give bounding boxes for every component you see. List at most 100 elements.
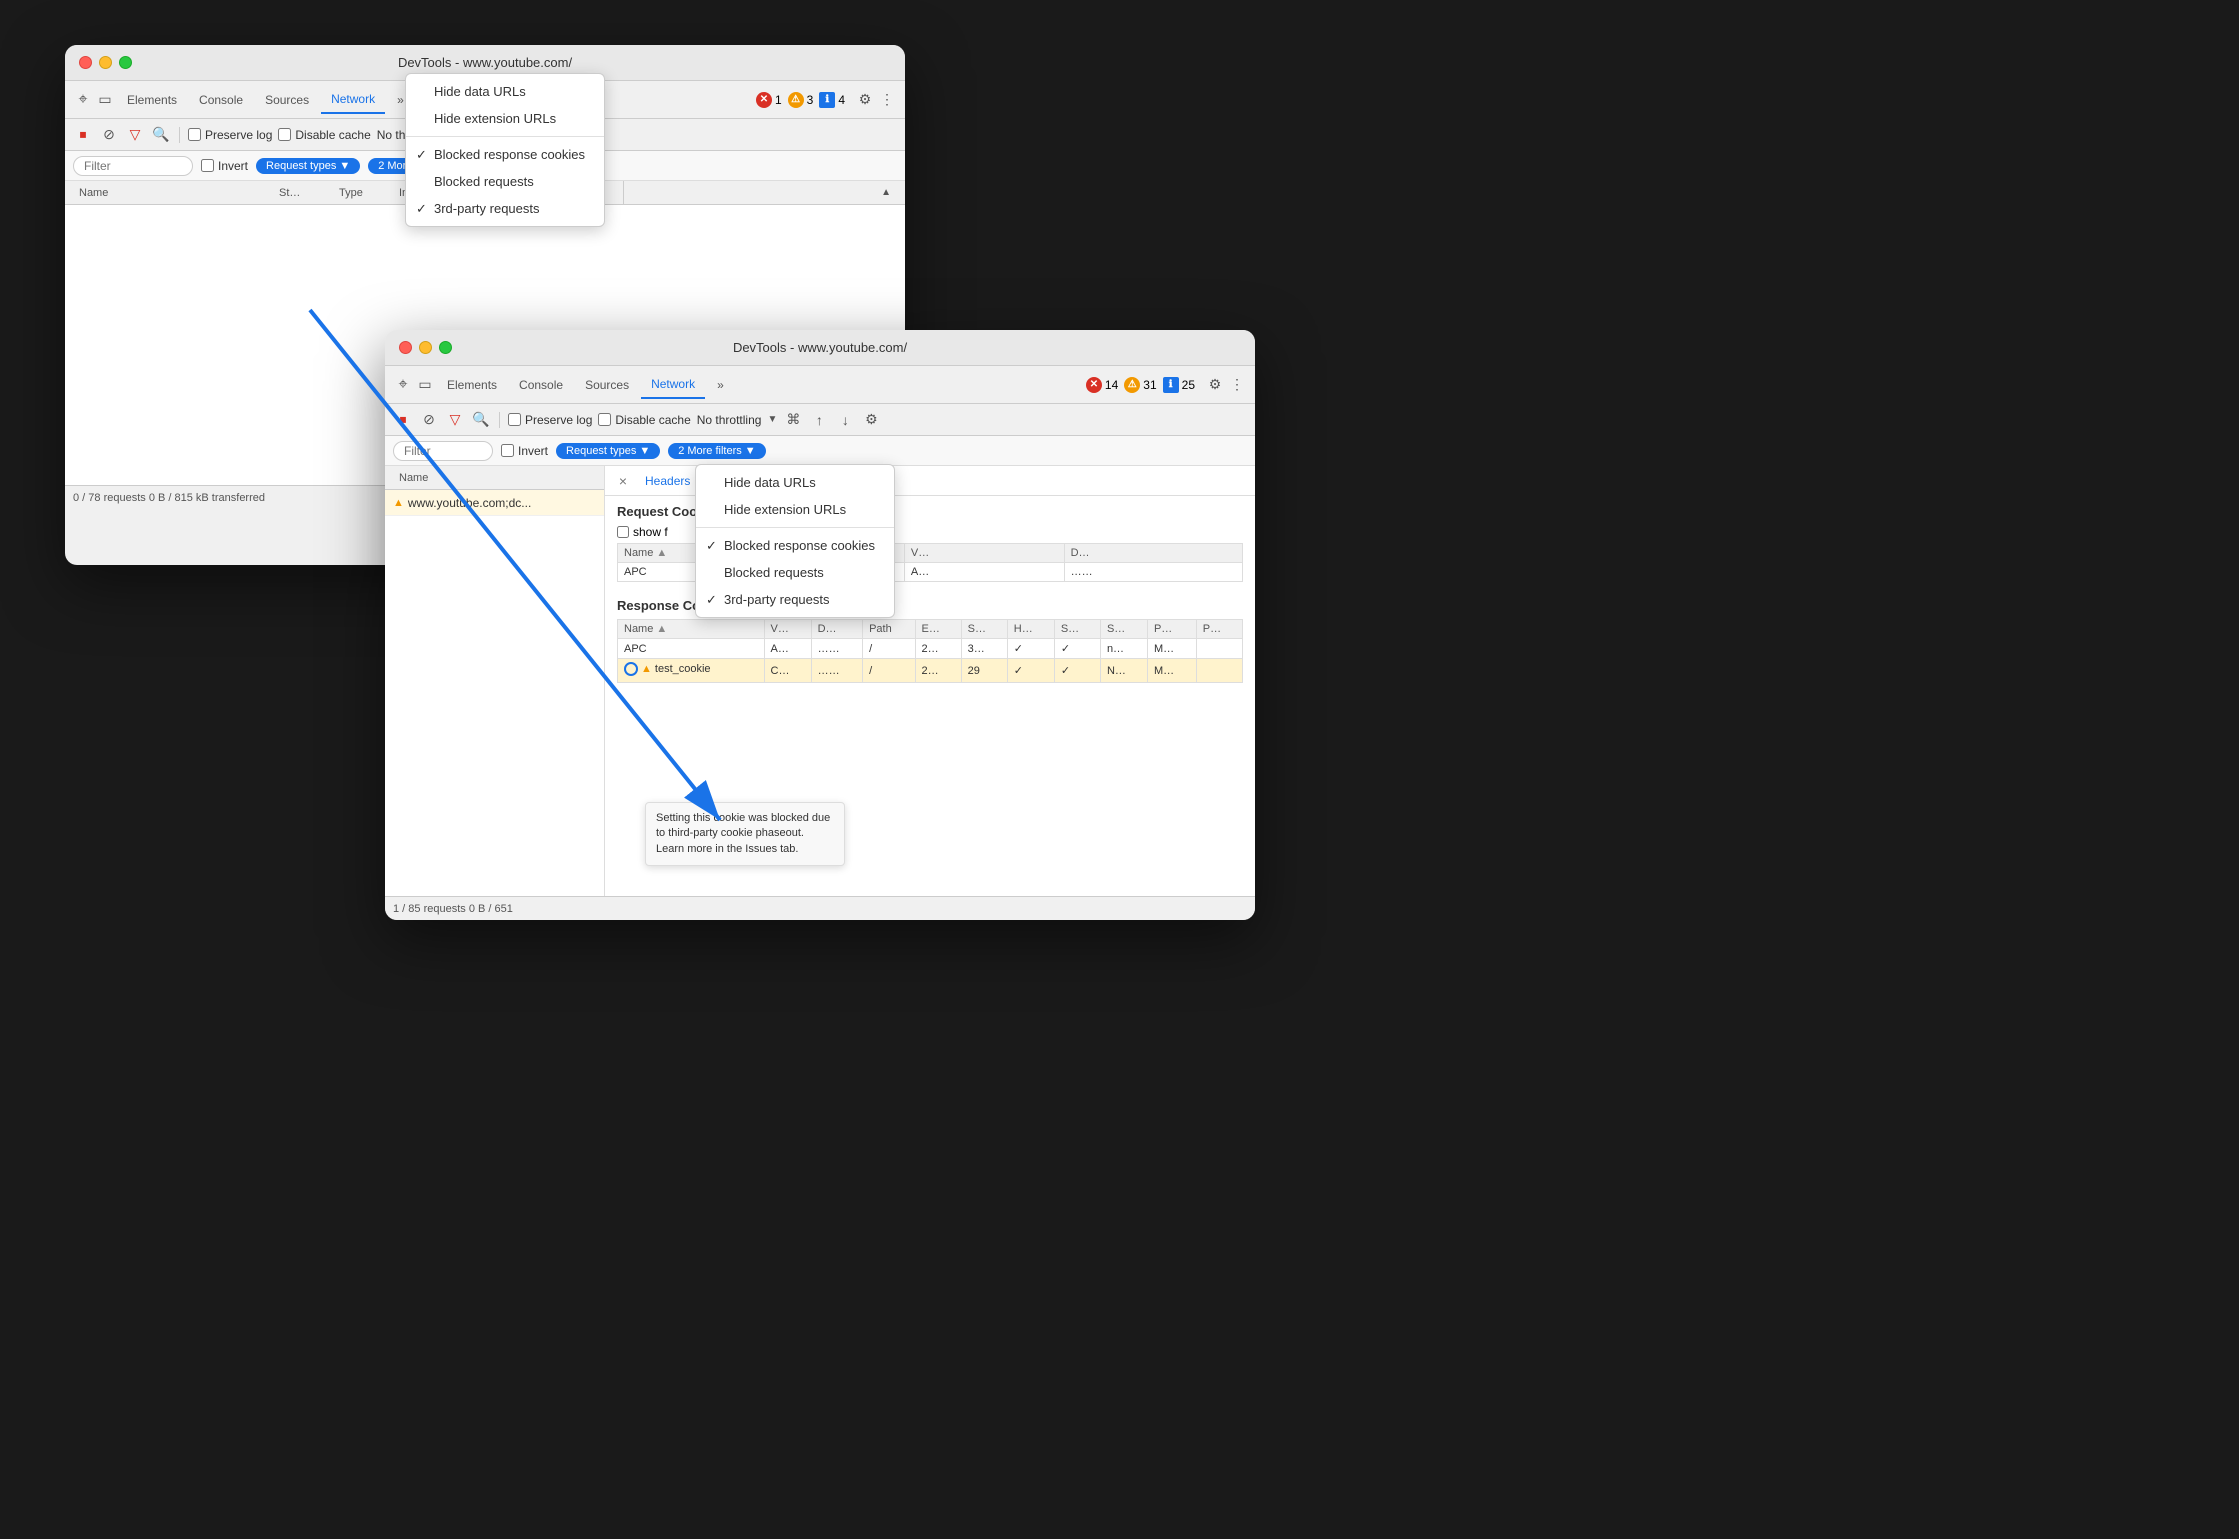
divider-2 — [499, 412, 500, 428]
error-badge-1: ✕ 1 — [756, 92, 782, 108]
resp-cell-d-test: …… — [811, 659, 863, 683]
request-types-btn-1[interactable]: Request types ▼ — [256, 158, 360, 174]
show-filter-checkbox[interactable] — [617, 526, 629, 538]
warning-badge-2: ⚠ 31 — [1124, 377, 1156, 393]
more-icon-2[interactable]: ⋮ — [1227, 375, 1247, 395]
hide-extension-urls-item-1[interactable]: Hide extension URLs — [406, 105, 604, 132]
gear-icon-2[interactable]: ⚙ — [1205, 375, 1225, 395]
wifi-icon-2[interactable]: ⌘ — [783, 410, 803, 430]
cursor-icon[interactable]: ⌖ — [73, 90, 93, 110]
disable-cache-checkbox-1[interactable]: Disable cache — [278, 128, 370, 142]
panel-tab-headers[interactable]: Headers — [637, 470, 698, 492]
tab-elements-2[interactable]: Elements — [437, 372, 507, 398]
hide-data-urls-item-2[interactable]: Hide data URLs — [696, 469, 894, 496]
more-filters-dropdown-2[interactable]: Hide data URLs Hide extension URLs Block… — [695, 464, 895, 618]
cursor-icon-2[interactable]: ⌖ — [393, 375, 413, 395]
blocked-response-cookies-item-1[interactable]: Blocked response cookies — [406, 141, 604, 168]
resp-cell-p-test: M… — [1147, 659, 1196, 683]
disable-cache-checkbox-2[interactable]: Disable cache — [598, 413, 690, 427]
preserve-log-checkbox-1[interactable]: Preserve log — [188, 128, 272, 142]
request-types-btn-2[interactable]: Request types ▼ — [556, 443, 660, 459]
toolbar-2: ⏹ ⊘ ▽ 🔍 Preserve log Disable cache No th… — [385, 404, 1255, 436]
invert-input-1[interactable] — [201, 159, 214, 172]
more-filters-dropdown-1[interactable]: Hide data URLs Hide extension URLs Block… — [405, 73, 605, 227]
info-badge-1: ℹ 4 — [819, 92, 845, 108]
clear-icon-1[interactable]: ⊘ — [99, 125, 119, 145]
req-th-v: V… — [904, 544, 1064, 563]
warning-circle-icon — [624, 662, 638, 676]
req-cell-d: …… — [1064, 563, 1242, 582]
close-panel-button[interactable]: × — [613, 471, 633, 491]
blocked-response-cookies-item-2[interactable]: Blocked response cookies — [696, 532, 894, 559]
throttle-select-2[interactable]: No throttling — [697, 413, 762, 427]
tab-elements-1[interactable]: Elements — [117, 87, 187, 113]
tab-sources-2[interactable]: Sources — [575, 372, 639, 398]
filter-icon-2[interactable]: ▽ — [445, 410, 465, 430]
titlebar-2: DevTools - www.youtube.com/ — [385, 330, 1255, 366]
invert-checkbox-1[interactable]: Invert — [201, 159, 248, 173]
filter-input-1[interactable] — [73, 156, 193, 176]
info-icon-1: ℹ — [819, 92, 835, 108]
dropdown-divider-1 — [406, 136, 604, 137]
resp-cell-s2-apc: ✓ — [1054, 639, 1100, 659]
hide-data-urls-item-1[interactable]: Hide data URLs — [406, 78, 604, 105]
preserve-log-checkbox-2[interactable]: Preserve log — [508, 413, 592, 427]
invert-checkbox-2[interactable]: Invert — [501, 444, 548, 458]
search-icon-2[interactable]: 🔍 — [471, 410, 491, 430]
search-icon-1[interactable]: 🔍 — [151, 125, 171, 145]
preserve-log-input-1[interactable] — [188, 128, 201, 141]
req-th-d: D… — [1064, 544, 1242, 563]
tab-network-2[interactable]: Network — [641, 371, 705, 399]
tab-network-1[interactable]: Network — [321, 86, 385, 114]
resp-cell-p2-test — [1196, 659, 1242, 683]
disable-cache-input-2[interactable] — [598, 413, 611, 426]
list-item-1[interactable]: ▲ www.youtube.com;dc... — [385, 490, 604, 516]
tab-more-2[interactable]: » — [707, 372, 734, 398]
close-button-2[interactable] — [399, 341, 412, 354]
hide-extension-urls-item-2[interactable]: Hide extension URLs — [696, 496, 894, 523]
error-badge-2: ✕ 14 — [1086, 377, 1118, 393]
table-header-2: Name — [385, 466, 604, 490]
filter-input-2[interactable] — [393, 441, 493, 461]
resp-th-p: P… — [1147, 620, 1196, 639]
clear-icon-2[interactable]: ⊘ — [419, 410, 439, 430]
close-button[interactable] — [79, 56, 92, 69]
minimize-button[interactable] — [99, 56, 112, 69]
device-icon[interactable]: ▭ — [95, 90, 115, 110]
device-icon-2[interactable]: ▭ — [415, 375, 435, 395]
settings-icon-2[interactable]: ⚙ — [861, 410, 881, 430]
tab-console-1[interactable]: Console — [189, 87, 253, 113]
warning-icon-2: ⚠ — [1124, 377, 1140, 393]
more-filters-btn-2[interactable]: 2 More filters ▼ — [668, 443, 765, 459]
resp-cell-v-apc: A… — [764, 639, 811, 659]
resp-cell-s3-apc: n… — [1100, 639, 1147, 659]
gear-icon-1[interactable]: ⚙ — [855, 90, 875, 110]
download-icon-2[interactable]: ↓ — [835, 410, 855, 430]
third-party-requests-item-2[interactable]: 3rd-party requests — [696, 586, 894, 613]
maximize-button[interactable] — [119, 56, 132, 69]
stop-icon-2[interactable]: ⏹ — [393, 410, 413, 430]
tab-console-2[interactable]: Console — [509, 372, 573, 398]
resp-cell-p-apc: M… — [1147, 639, 1196, 659]
upload-icon-2[interactable]: ↑ — [809, 410, 829, 430]
resp-th-path: Path — [863, 620, 915, 639]
disable-cache-input-1[interactable] — [278, 128, 291, 141]
chevron-down-icon-2[interactable]: ▼ — [767, 414, 777, 425]
stop-icon-1[interactable]: ⏹ — [73, 125, 93, 145]
preserve-log-input-2[interactable] — [508, 413, 521, 426]
third-party-requests-item-1[interactable]: 3rd-party requests — [406, 195, 604, 222]
blocked-requests-item-1[interactable]: Blocked requests — [406, 168, 604, 195]
invert-input-2[interactable] — [501, 444, 514, 457]
response-cookies-table: Name ▲ V… D… Path E… S… H… S… S… P… P… — [617, 619, 1243, 683]
filter-icon-1[interactable]: ▽ — [125, 125, 145, 145]
filter-row-1: Invert Request types ▼ 2 More filters ▼ … — [65, 151, 905, 181]
resp-cell-e-apc: 2… — [915, 639, 961, 659]
scroll-up-icon[interactable]: ▲ — [881, 187, 891, 198]
blocked-requests-item-2[interactable]: Blocked requests — [696, 559, 894, 586]
th-name-1: Name — [73, 187, 273, 199]
warning-icon-1: ⚠ — [788, 92, 804, 108]
minimize-button-2[interactable] — [419, 341, 432, 354]
more-icon-1[interactable]: ⋮ — [877, 90, 897, 110]
tab-sources-1[interactable]: Sources — [255, 87, 319, 113]
maximize-button-2[interactable] — [439, 341, 452, 354]
